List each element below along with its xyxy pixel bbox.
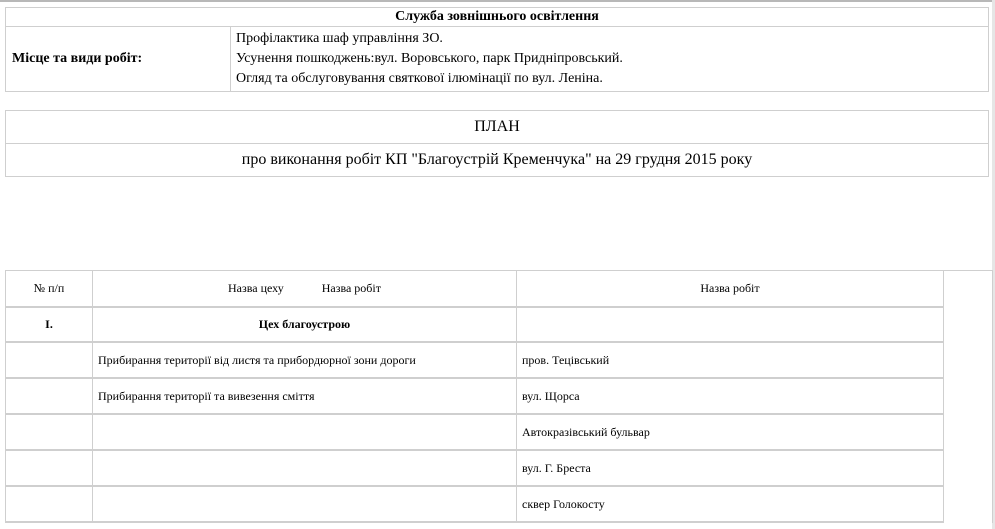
service-header-table: Служба зовнішнього освітлення Місце та в… xyxy=(5,7,989,92)
row-work: Прибирання території та вивезення сміття xyxy=(93,379,517,415)
header-workshop-label: Назва цеху xyxy=(228,281,284,295)
row-work xyxy=(93,451,517,487)
table-row: Автокразівський бульвар xyxy=(5,415,993,451)
place-line: Огляд та обслуговування святкової ілюмін… xyxy=(236,71,603,86)
row-place: вул. Щорса xyxy=(517,379,944,415)
header-number: № п/п xyxy=(5,270,93,308)
row-work: Прибирання території від листя та прибор… xyxy=(93,343,517,379)
section-row: I. Цех благоустрою xyxy=(5,308,993,343)
table-row: сквер Голокосту xyxy=(5,487,993,523)
row-number xyxy=(5,343,93,379)
extra-column xyxy=(944,270,993,308)
table-row: Прибирання території від листя та прибор… xyxy=(5,343,993,379)
row-work xyxy=(93,487,517,523)
plan-title-table: ПЛАН про виконання робіт КП "Благоустрій… xyxy=(5,110,989,177)
place-description: Профілактика шаф управління ЗО. Усунення… xyxy=(231,26,989,92)
extra-column xyxy=(944,451,993,487)
plan-title: ПЛАН xyxy=(5,110,989,144)
row-place: пров. Тецівський xyxy=(517,343,944,379)
row-place: сквер Голокосту xyxy=(517,487,944,523)
place-line: Профілактика шаф управління ЗО. xyxy=(236,31,443,46)
header-workshop: Назва цеху Назва робіт xyxy=(93,270,517,308)
row-work xyxy=(93,415,517,451)
works-table: № п/п Назва цеху Назва робіт Назва робіт … xyxy=(5,270,993,523)
row-place: Автокразівський бульвар xyxy=(517,415,944,451)
row-number xyxy=(5,451,93,487)
extra-column xyxy=(944,308,993,343)
header-works: Назва робіт xyxy=(517,270,944,308)
top-border xyxy=(0,0,995,2)
row-number xyxy=(5,379,93,415)
header-works-label: Назва робіт xyxy=(321,281,381,295)
extra-column xyxy=(944,343,993,379)
section-name: Цех благоустрою xyxy=(93,308,517,343)
plan-subtitle: про виконання робіт КП "Благоустрій Крем… xyxy=(5,144,989,177)
extra-column xyxy=(944,379,993,415)
extra-column xyxy=(944,415,993,451)
row-number xyxy=(5,415,93,451)
place-label: Місце та види робіт: xyxy=(5,26,231,92)
table-row: Прибирання території та вивезення сміття… xyxy=(5,379,993,415)
section-empty-cell xyxy=(517,308,944,343)
section-number: I. xyxy=(5,308,93,343)
table-row: вул. Г. Бреста xyxy=(5,451,993,487)
extra-column xyxy=(944,487,993,523)
table-header-row: № п/п Назва цеху Назва робіт Назва робіт xyxy=(5,270,993,308)
service-title: Служба зовнішнього освітлення xyxy=(5,7,989,26)
row-place: вул. Г. Бреста xyxy=(517,451,944,487)
place-line: Усунення пошкоджень:вул. Воровського, па… xyxy=(236,51,623,66)
row-number xyxy=(5,487,93,523)
